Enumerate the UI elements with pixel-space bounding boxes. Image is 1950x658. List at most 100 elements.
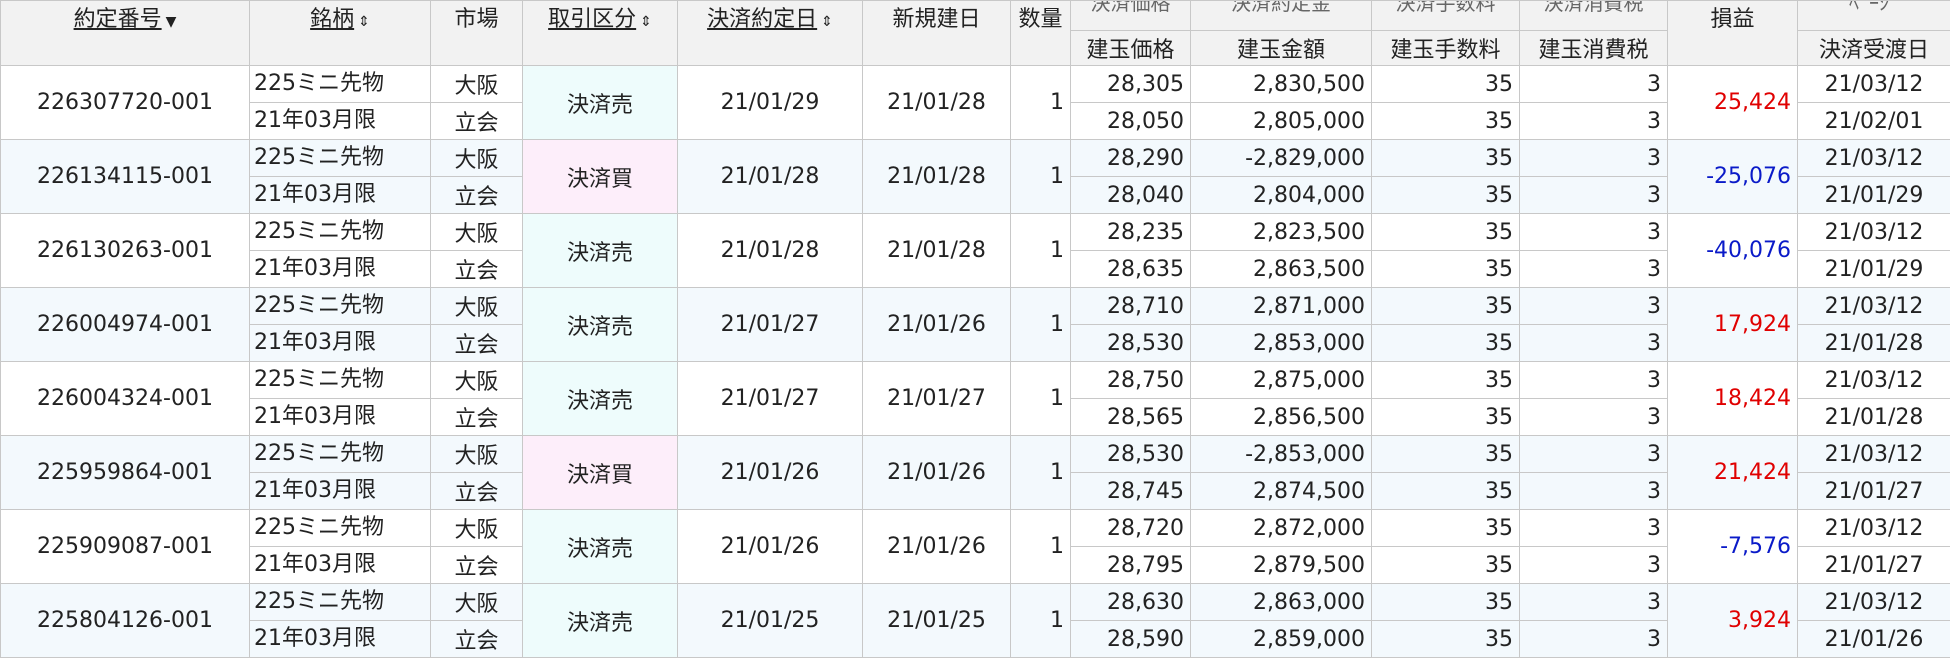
close-tax: 3 — [1520, 214, 1668, 251]
header-row: 約定番号▼ 銘柄⇕ 市場 取引区分⇕ 決済約定日⇕ 新規建日 数量 決済価格 決… — [1, 1, 1950, 31]
open-fee: 35 — [1372, 473, 1520, 510]
close-tax: 3 — [1520, 436, 1668, 473]
brand-expiry: 21年03月限 — [250, 177, 431, 214]
open-fee: 35 — [1372, 621, 1520, 658]
brand-expiry: 21年03月限 — [250, 473, 431, 510]
brand-name: 225ミニ先物 — [250, 584, 431, 621]
col-open-tax: 建玉消費税 — [1520, 31, 1668, 66]
market-exchange: 大阪 — [431, 288, 523, 325]
contract-no-sort-link[interactable]: 約定番号 — [74, 7, 162, 32]
trade-type: 決済売 — [523, 214, 678, 288]
market-session: 立会 — [431, 103, 523, 140]
settle-date: 21/01/28 — [678, 140, 863, 214]
close-fee: 35 — [1372, 288, 1520, 325]
open-date: 21/01/25 — [863, 584, 1011, 658]
close-tax: 3 — [1520, 288, 1668, 325]
market-exchange: 大阪 — [431, 214, 523, 251]
sort-desc-icon[interactable]: ▼ — [166, 14, 177, 30]
table-row: 225804126-001225ミニ先物大阪決済売21/01/2521/01/2… — [1, 584, 1950, 621]
open-tax: 3 — [1520, 251, 1668, 288]
close-amount: 2,863,000 — [1191, 584, 1372, 621]
market-session: 立会 — [431, 325, 523, 362]
market-session: 立会 — [431, 621, 523, 658]
col-open-price: 建玉価格 — [1071, 31, 1191, 66]
col-cut-price: 決済価格 — [1071, 1, 1191, 31]
sort-icon[interactable]: ⇕ — [821, 14, 833, 30]
pnl-value: 17,924 — [1668, 288, 1798, 362]
delivery-date: 21/01/27 — [1798, 547, 1950, 584]
close-price: 28,630 — [1071, 584, 1191, 621]
close-amount: -2,853,000 — [1191, 436, 1372, 473]
delivery-date: 21/01/26 — [1798, 621, 1950, 658]
open-date: 21/01/28 — [863, 214, 1011, 288]
quantity: 1 — [1011, 436, 1071, 510]
pnl-value: -40,076 — [1668, 214, 1798, 288]
close-tax: 3 — [1520, 66, 1668, 103]
brand-name: 225ミニ先物 — [250, 214, 431, 251]
settle-date-2: 21/03/12 — [1798, 288, 1950, 325]
col-contract-no[interactable]: 約定番号▼ — [1, 1, 250, 66]
open-amount: 2,805,000 — [1191, 103, 1372, 140]
sort-icon[interactable]: ⇕ — [640, 14, 652, 30]
close-tax: 3 — [1520, 510, 1668, 547]
open-amount: 2,856,500 — [1191, 399, 1372, 436]
open-amount: 2,859,000 — [1191, 621, 1372, 658]
col-trade-type[interactable]: 取引区分⇕ — [523, 1, 678, 66]
close-amount: 2,872,000 — [1191, 510, 1372, 547]
open-price: 28,590 — [1071, 621, 1191, 658]
brand-name: 225ミニ先物 — [250, 140, 431, 177]
trade-type-sort-link[interactable]: 取引区分 — [548, 7, 636, 32]
brand-name: 225ミニ先物 — [250, 510, 431, 547]
market-session: 立会 — [431, 547, 523, 584]
close-amount: 2,823,500 — [1191, 214, 1372, 251]
settle-date: 21/01/29 — [678, 66, 863, 140]
close-price: 28,290 — [1071, 140, 1191, 177]
quantity: 1 — [1011, 66, 1071, 140]
trade-type: 決済売 — [523, 66, 678, 140]
delivery-date: 21/02/01 — [1798, 103, 1950, 140]
open-price: 28,040 — [1071, 177, 1191, 214]
brand-expiry: 21年03月限 — [250, 399, 431, 436]
trade-history-table: 約定番号▼ 銘柄⇕ 市場 取引区分⇕ 決済約定日⇕ 新規建日 数量 決済価格 決… — [0, 0, 1950, 658]
open-amount: 2,863,500 — [1191, 251, 1372, 288]
settle-date-2: 21/03/12 — [1798, 66, 1950, 103]
trade-type: 決済買 — [523, 140, 678, 214]
close-tax: 3 — [1520, 362, 1668, 399]
brand-sort-link[interactable]: 銘柄 — [310, 7, 354, 32]
table-row: 226004324-001225ミニ先物大阪決済売21/01/2721/01/2… — [1, 362, 1950, 399]
pnl-value: 3,924 — [1668, 584, 1798, 658]
open-amount: 2,874,500 — [1191, 473, 1372, 510]
table-row: 226130263-001225ミニ先物大阪決済売21/01/2821/01/2… — [1, 214, 1950, 251]
close-price: 28,710 — [1071, 288, 1191, 325]
col-settle-date[interactable]: 決済約定日⇕ — [678, 1, 863, 66]
settle-date-sort-link[interactable]: 決済約定日 — [707, 7, 817, 32]
settle-date: 21/01/28 — [678, 214, 863, 288]
brand-expiry: 21年03月限 — [250, 251, 431, 288]
market-exchange: 大阪 — [431, 66, 523, 103]
brand-expiry: 21年03月限 — [250, 621, 431, 658]
close-amount: 2,830,500 — [1191, 66, 1372, 103]
settle-date: 21/01/27 — [678, 362, 863, 436]
open-tax: 3 — [1520, 473, 1668, 510]
sort-icon[interactable]: ⇕ — [358, 14, 370, 30]
delivery-date: 21/01/29 — [1798, 177, 1950, 214]
open-tax: 3 — [1520, 547, 1668, 584]
close-price: 28,750 — [1071, 362, 1191, 399]
open-fee: 35 — [1372, 547, 1520, 584]
close-fee: 35 — [1372, 66, 1520, 103]
market-exchange: 大阪 — [431, 362, 523, 399]
open-date: 21/01/26 — [863, 510, 1011, 584]
quantity: 1 — [1011, 288, 1071, 362]
close-fee: 35 — [1372, 362, 1520, 399]
close-fee: 35 — [1372, 510, 1520, 547]
open-fee: 35 — [1372, 251, 1520, 288]
table-row: 226307720-001225ミニ先物大阪決済売21/01/2921/01/2… — [1, 66, 1950, 103]
trade-type: 決済買 — [523, 436, 678, 510]
delivery-date: 21/01/29 — [1798, 251, 1950, 288]
col-brand[interactable]: 銘柄⇕ — [250, 1, 431, 66]
settle-date: 21/01/26 — [678, 510, 863, 584]
quantity: 1 — [1011, 584, 1071, 658]
market-session: 立会 — [431, 399, 523, 436]
table-row: 225909087-001225ミニ先物大阪決済売21/01/2621/01/2… — [1, 510, 1950, 547]
pnl-value: -25,076 — [1668, 140, 1798, 214]
